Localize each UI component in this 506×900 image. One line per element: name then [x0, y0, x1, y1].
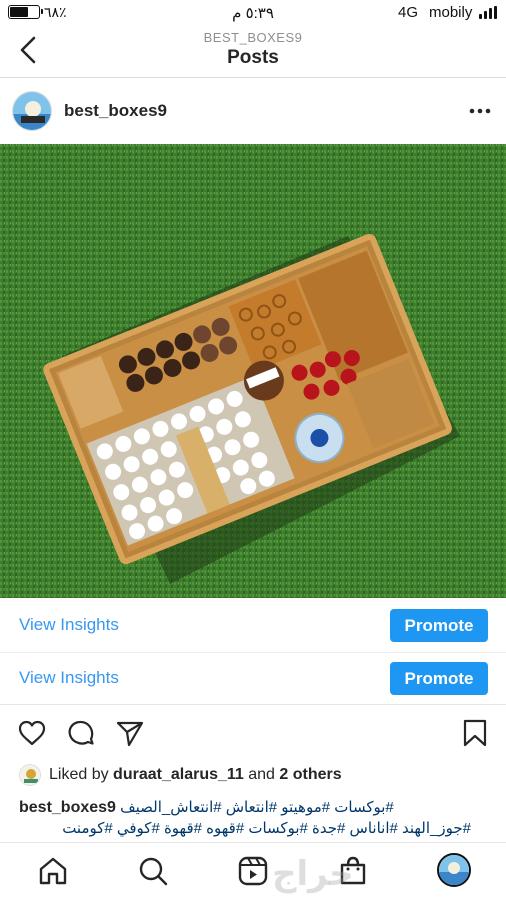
caption-hashtags-line1[interactable]: #بوكسات #موهيتو #انتعاش #انتعاش_الصيف [120, 799, 394, 816]
carrier-name: mobily [429, 4, 473, 21]
home-icon [39, 857, 67, 885]
tab-home[interactable] [37, 855, 69, 887]
more-horizontal-icon [469, 108, 491, 114]
status-bar: ٦٨٪ ٥:٣٩ م 4G mobily [0, 0, 506, 26]
bookmark-icon [463, 719, 487, 747]
likes-summary[interactable]: Liked by duraat_alarus_11 and 2 others [0, 764, 506, 788]
top-nav: BEST_BOXES9 Posts [0, 26, 506, 78]
account-name: BEST_BOXES9 [203, 30, 303, 45]
avatar[interactable] [12, 91, 52, 131]
network-type: 4G [398, 4, 419, 21]
send-icon [116, 721, 144, 747]
page-title: Posts [227, 47, 279, 68]
comment-icon [68, 720, 94, 745]
like-button[interactable] [17, 718, 47, 748]
save-button[interactable] [460, 718, 490, 748]
heart-icon [18, 720, 46, 746]
tab-profile[interactable] [437, 853, 471, 887]
likes-text: Liked by duraat_alarus_11 and 2 others [49, 766, 342, 784]
insights-row: View Insights Promote [0, 652, 506, 704]
share-button[interactable] [115, 718, 145, 748]
caption-username[interactable]: best_boxes9 [19, 799, 116, 816]
tab-reels[interactable] [237, 855, 269, 887]
view-insights-link[interactable]: View Insights [19, 615, 119, 635]
caption-hashtags-line2[interactable]: #جوز_الهند #اناناس #جدة #بوكسات #قهوه #ق… [19, 818, 471, 839]
likes-others[interactable]: 2 others [279, 766, 341, 783]
reels-icon [238, 856, 268, 886]
post-caption: best_boxes9 #بوكسات #موهيتو #انتعاش #انت… [19, 797, 489, 839]
likes-prefix: Liked by [49, 766, 109, 783]
comment-button[interactable] [66, 718, 96, 748]
promote-button[interactable]: Promote [390, 609, 488, 642]
profile-avatar [439, 855, 469, 885]
liker-avatar [19, 764, 41, 786]
post-actions [0, 712, 506, 756]
watermark-logo: حراج [272, 854, 354, 894]
bottom-tab-bar [0, 842, 506, 900]
promote-button[interactable]: Promote [390, 662, 488, 695]
liker-username[interactable]: duraat_alarus_11 [113, 766, 244, 783]
post-username[interactable]: best_boxes9 [64, 101, 167, 121]
insights-row: View Insights Promote [0, 600, 506, 652]
divider [0, 704, 506, 705]
signal-icon [479, 6, 499, 19]
more-options-button[interactable] [466, 100, 494, 122]
post-image[interactable] [0, 144, 506, 598]
view-insights-link[interactable]: View Insights [19, 668, 119, 688]
post-header: best_boxes9 [0, 80, 506, 142]
tab-search[interactable] [137, 855, 169, 887]
search-icon [139, 857, 168, 886]
likes-conjunction: and [248, 766, 275, 783]
